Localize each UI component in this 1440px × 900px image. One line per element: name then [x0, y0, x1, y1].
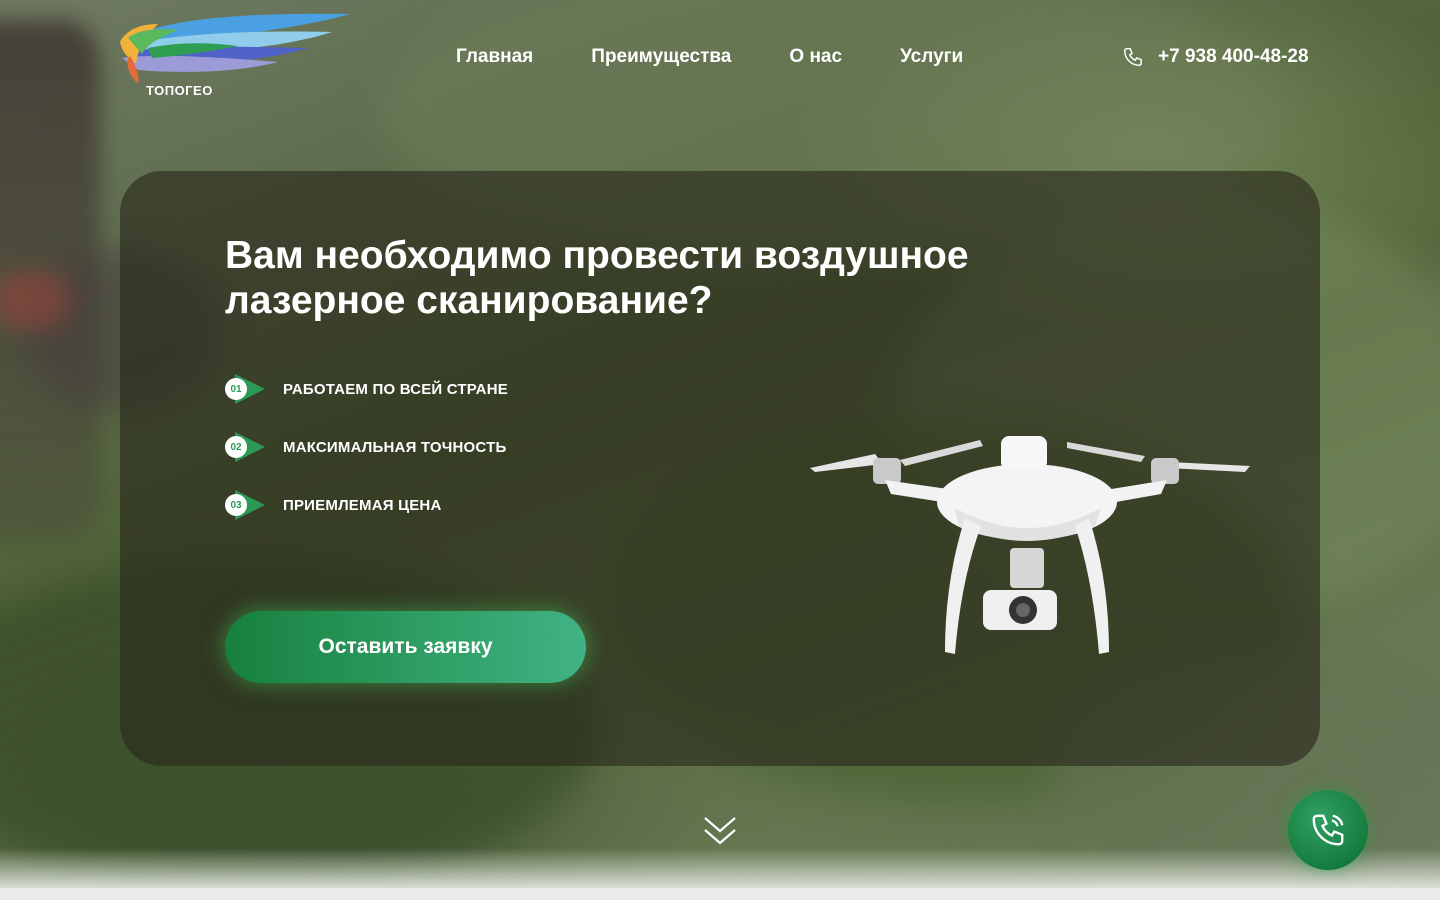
- phone-number: +7 938 400-48-28: [1158, 46, 1309, 67]
- floating-call-button[interactable]: [1288, 790, 1368, 870]
- site-header: ТОПОГЕО Главная Преимущества О нас Услуг…: [0, 0, 1440, 120]
- nav-item-about[interactable]: О нас: [789, 46, 842, 68]
- brand-name: ТОПОГЕО: [146, 83, 213, 98]
- header-phone-link[interactable]: +7 938 400-48-28: [1122, 46, 1309, 68]
- feature-badge: 02: [225, 432, 265, 462]
- feature-label: МАКСИМАЛЬНАЯ ТОЧНОСТЬ: [283, 438, 507, 456]
- phone-call-icon: [1312, 814, 1344, 846]
- feature-list: 01 РАБОТАЕМ ПО ВСЕЙ СТРАНЕ 02 МАКСИМАЛЬН…: [225, 374, 508, 548]
- feature-badge: 03: [225, 490, 265, 520]
- feature-item: 03 ПРИЕМЛЕМАЯ ЦЕНА: [225, 490, 508, 520]
- submit-request-button[interactable]: Оставить заявку: [225, 611, 586, 683]
- feature-label: ПРИЕМЛЕМАЯ ЦЕНА: [283, 496, 442, 514]
- nav-item-advantages[interactable]: Преимущества: [591, 46, 731, 68]
- feature-badge: 01: [225, 374, 265, 404]
- wing-logo-icon: [120, 13, 350, 84]
- double-chevron-down-icon[interactable]: [702, 814, 738, 848]
- feature-item: 02 МАКСИМАЛЬНАЯ ТОЧНОСТЬ: [225, 432, 508, 462]
- phone-icon: [1124, 48, 1142, 66]
- feature-number: 01: [225, 378, 247, 400]
- feature-number: 02: [225, 436, 247, 458]
- feature-item: 01 РАБОТАЕМ ПО ВСЕЙ СТРАНЕ: [225, 374, 508, 404]
- drone-image: [810, 436, 1250, 654]
- logo[interactable]: ТОПОГЕО: [118, 12, 358, 104]
- nav-item-home[interactable]: Главная: [456, 46, 533, 68]
- main-nav: Главная Преимущества О нас Услуги: [456, 46, 1021, 68]
- feature-number: 03: [225, 494, 247, 516]
- nav-item-services[interactable]: Услуги: [900, 46, 963, 68]
- feature-label: РАБОТАЕМ ПО ВСЕЙ СТРАНЕ: [283, 380, 508, 398]
- hero-title: Вам необходимо провести воздушное лазерн…: [225, 234, 969, 322]
